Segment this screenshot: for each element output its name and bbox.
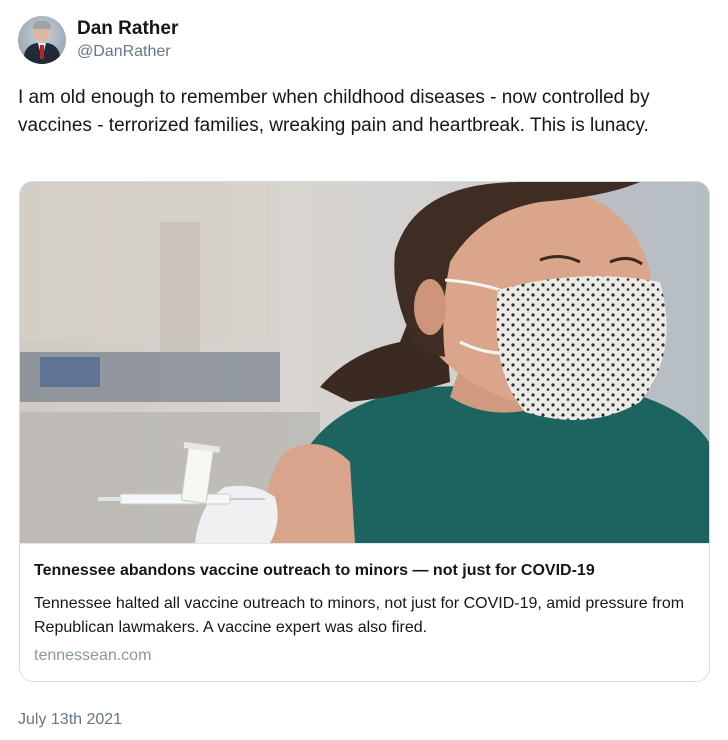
author-name[interactable]: Dan Rather bbox=[77, 18, 178, 40]
card-image[interactable] bbox=[20, 182, 709, 543]
tweet: Dan Rather @DanRather I am old enough to… bbox=[0, 0, 728, 740]
card-title[interactable]: Tennessee abandons vaccine outreach to m… bbox=[34, 560, 699, 582]
vaccine-photo-illustration bbox=[20, 182, 709, 543]
tweet-date[interactable]: July 13th 2021 bbox=[18, 709, 122, 731]
card-domain[interactable]: tennessean.com bbox=[34, 645, 151, 667]
link-card[interactable]: Tennessee abandons vaccine outreach to m… bbox=[19, 181, 710, 682]
card-body: Tennessee abandons vaccine outreach to m… bbox=[20, 543, 709, 681]
tweet-header: Dan Rather @DanRather bbox=[18, 16, 178, 64]
card-description: Tennessee halted all vaccine outreach to… bbox=[34, 595, 685, 636]
tweet-text: I am old enough to remember when childho… bbox=[18, 87, 650, 136]
avatar[interactable] bbox=[18, 16, 66, 64]
author-info: Dan Rather @DanRather bbox=[77, 18, 178, 62]
author-handle[interactable]: @DanRather bbox=[77, 42, 178, 62]
